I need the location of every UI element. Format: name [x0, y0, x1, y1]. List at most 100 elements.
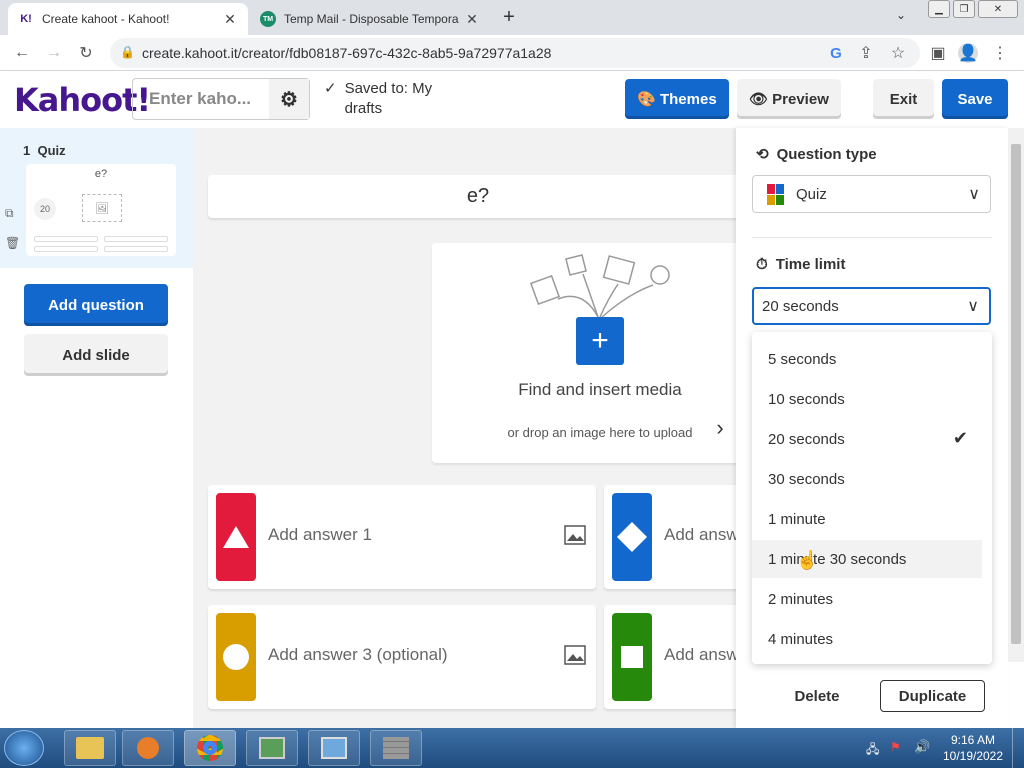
media-illustration-icon: [529, 254, 670, 318]
duplicate-slide-icon[interactable]: ⧉: [5, 206, 14, 221]
address-bar[interactable]: 🔒 create.kahoot.it/creator/fdb08187-697c…: [110, 38, 920, 68]
option-5-seconds[interactable]: 5 seconds: [752, 340, 982, 378]
answer-card-2[interactable]: Add answ: [604, 485, 744, 589]
new-tab-button[interactable]: +: [498, 6, 520, 28]
chevron-down-icon: ∨: [967, 298, 979, 315]
question-input[interactable]: e?: [208, 175, 748, 218]
thumb-answer: [34, 246, 98, 252]
star-icon[interactable]: ☆: [888, 43, 908, 63]
start-button[interactable]: [4, 730, 44, 766]
tab-create-kahoot[interactable]: K! Create kahoot - Kahoot! ✕: [8, 3, 248, 35]
control-panel-icon[interactable]: [308, 730, 360, 766]
check-icon: ✔: [952, 428, 968, 448]
option-label: 20 seconds: [768, 430, 845, 448]
forward-arrow-icon[interactable]: →: [44, 43, 64, 63]
time-limit-select[interactable]: 20 seconds ∨: [752, 287, 991, 325]
exit-button[interactable]: Exit: [873, 79, 934, 119]
kahoot-title-input[interactable]: Enter kaho... ⚙: [132, 78, 310, 120]
scrollbar[interactable]: [1008, 128, 1024, 662]
show-desktop-button[interactable]: [1012, 728, 1024, 768]
chrome-icon[interactable]: [184, 730, 236, 766]
volume-tray-icon[interactable]: 🔊: [914, 739, 930, 755]
scrollbar-thumb[interactable]: [1011, 144, 1021, 644]
sidebar-toggle-icon[interactable]: ▣: [928, 43, 948, 63]
triangle-icon: [216, 493, 256, 581]
media-player-icon[interactable]: [122, 730, 174, 766]
square-icon: [612, 613, 652, 701]
lock-icon: 🔒: [120, 45, 135, 59]
preview-label: Preview: [772, 90, 829, 108]
question-type-value: Quiz: [796, 185, 827, 203]
option-1-minute[interactable]: 1 minute: [752, 500, 982, 538]
preview-button[interactable]: 👁 Preview: [737, 79, 841, 119]
slides-sidebar: 1 Quiz ⧉ 🗑 e? 20 🖼 Add question Add slid…: [0, 128, 193, 728]
chevron-right-icon[interactable]: ›: [704, 408, 736, 448]
option-1-minute-30-seconds[interactable]: 1 minute 30 seconds: [752, 540, 982, 578]
image-icon[interactable]: [564, 645, 586, 665]
kahoot-logo[interactable]: Kahoot!: [14, 81, 151, 119]
divider: [752, 237, 992, 238]
menu-kebab-icon[interactable]: ⋮: [990, 43, 1010, 63]
profile-icon[interactable]: 👤: [958, 43, 978, 63]
clock-icon: ⏱: [756, 256, 768, 273]
close-tab-icon[interactable]: ✕: [222, 11, 238, 28]
option-4-minutes[interactable]: 4 minutes: [752, 620, 982, 658]
option-20-seconds[interactable]: 20 seconds ✔: [752, 420, 982, 458]
add-slide-button[interactable]: Add slide: [24, 334, 168, 376]
delete-button[interactable]: Delete: [778, 680, 856, 712]
image-icon[interactable]: [564, 525, 586, 545]
option-2-minutes[interactable]: 2 minutes: [752, 580, 982, 618]
question-type-label: Question type: [776, 145, 877, 163]
quiz-icon: [767, 183, 784, 205]
answer-card-4[interactable]: Add answ: [604, 605, 744, 709]
duplicate-button[interactable]: Duplicate: [880, 680, 985, 712]
back-arrow-icon[interactable]: ←: [12, 43, 32, 63]
save-button[interactable]: Save: [942, 79, 1008, 119]
slide-item-1[interactable]: 1 Quiz ⧉ 🗑 e? 20 🖼: [0, 128, 193, 268]
shapes-icon: ⟲: [756, 146, 769, 163]
share-icon[interactable]: ⇪: [856, 43, 876, 63]
close-tab-icon[interactable]: ✕: [464, 11, 480, 28]
gear-icon[interactable]: ⚙: [269, 79, 309, 119]
circle-icon: [216, 613, 256, 701]
restore-button[interactable]: ❐: [953, 0, 975, 18]
plus-icon[interactable]: +: [576, 317, 624, 365]
thumb-answer: [34, 236, 98, 242]
trash-icon[interactable]: 🗑: [5, 236, 20, 250]
answer-card-1[interactable]: Add answer 1: [208, 485, 596, 589]
clock-time[interactable]: 9:16 AM: [940, 733, 1006, 747]
kahoot-favicon: K!: [20, 13, 32, 25]
question-type-select[interactable]: Quiz ∨: [752, 175, 991, 213]
reload-icon[interactable]: ↻: [76, 43, 96, 63]
slide-thumbnail[interactable]: e? 20 🖼: [26, 164, 176, 256]
media-title: Find and insert media: [518, 380, 682, 399]
time-limit-dropdown: 5 seconds 10 seconds 20 seconds ✔ 30 sec…: [752, 332, 992, 664]
option-10-seconds[interactable]: 10 seconds: [752, 380, 982, 418]
slide-type: Quiz: [37, 143, 66, 158]
answer-card-3[interactable]: Add answer 3 (optional): [208, 605, 596, 709]
check-icon: ✓: [324, 80, 337, 97]
question-type-heading: ⟲ Question type: [756, 145, 877, 164]
network-monitor-icon[interactable]: [246, 730, 298, 766]
thumb-image-icon: 🖼: [82, 194, 122, 222]
minimize-button[interactable]: ▁: [928, 0, 950, 18]
url-text: create.kahoot.it/creator/fdb08187-697c-4…: [142, 45, 552, 61]
answer-3-label: Add answer 3 (optional): [268, 645, 448, 664]
tab-temp-mail[interactable]: TM Temp Mail - Disposable Tempora ✕: [250, 3, 490, 35]
google-icon[interactable]: G: [826, 43, 846, 63]
clock-date[interactable]: 10/19/2022: [940, 749, 1006, 763]
themes-label: Themes: [659, 90, 717, 108]
option-30-seconds[interactable]: 30 seconds: [752, 460, 982, 498]
thumb-answer: [104, 236, 168, 242]
themes-button[interactable]: 🎨 Themes: [625, 79, 729, 119]
flag-tray-icon[interactable]: ⚑: [890, 740, 901, 754]
close-window-button[interactable]: ✕: [978, 0, 1018, 18]
network-tray-icon[interactable]: 🖧: [866, 740, 879, 761]
add-question-button[interactable]: Add question: [24, 284, 168, 326]
chevron-down-icon: ∨: [968, 186, 980, 203]
firewall-icon[interactable]: [370, 730, 422, 766]
saved-line1: Saved to: My: [344, 80, 433, 97]
chevron-down-icon[interactable]: ⌄: [896, 8, 906, 22]
folder-icon[interactable]: [64, 730, 116, 766]
answer-4-label: Add answ: [664, 645, 739, 664]
